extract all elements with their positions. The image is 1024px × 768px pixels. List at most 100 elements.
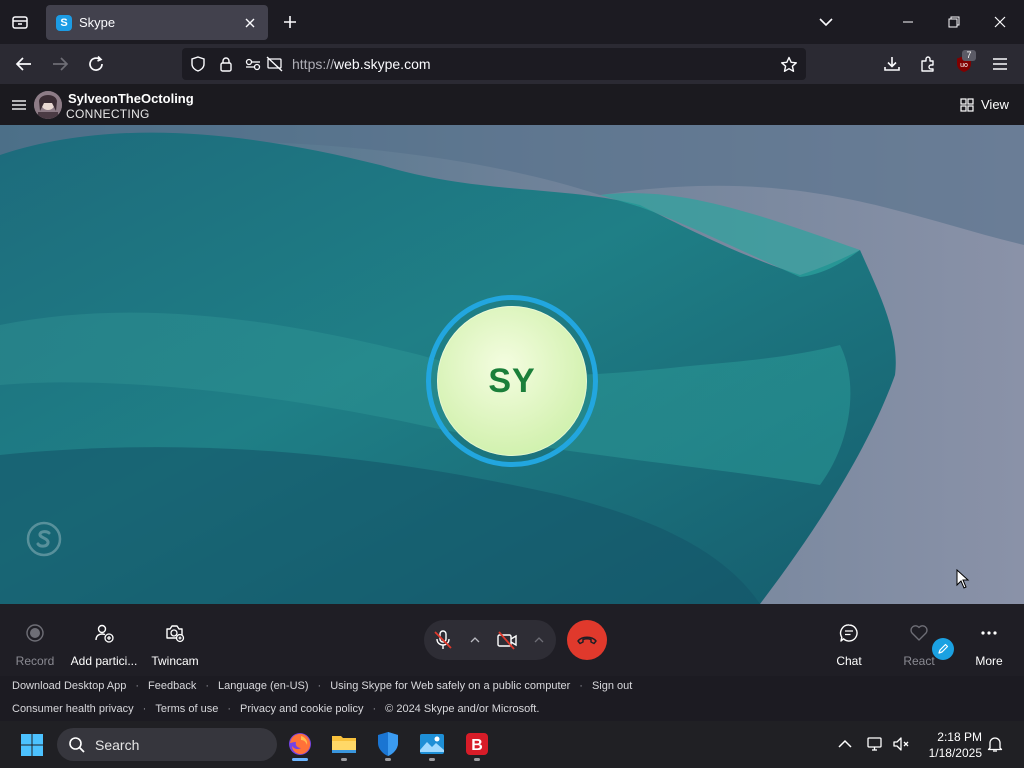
clock-date: 1/18/2025 — [928, 746, 982, 760]
camera-off-icon[interactable] — [496, 629, 518, 651]
window-minimize-icon[interactable] — [896, 10, 920, 34]
more-icon — [978, 622, 1000, 644]
shield-icon[interactable] — [190, 56, 206, 72]
extensions-icon[interactable] — [916, 52, 940, 76]
download-desktop-app-link[interactable]: Download Desktop App — [12, 680, 126, 692]
bookmark-star-icon[interactable] — [780, 56, 797, 72]
contact-avatar[interactable] — [34, 91, 62, 119]
language-link[interactable]: Language (en-US) — [218, 680, 309, 692]
footer-links-row-2: Consumer health privacy · Terms of use · P… — [12, 703, 540, 715]
new-tab-icon[interactable] — [278, 10, 302, 34]
back-icon[interactable] — [12, 52, 36, 76]
chevron-down-icon[interactable] — [814, 10, 838, 34]
url-protocol: https:// — [292, 56, 335, 72]
privacy-cookie-policy-link[interactable]: Privacy and cookie policy — [240, 703, 364, 715]
grid-view-icon — [960, 97, 974, 112]
navigation-toolbar: https://web.skype.com uo 7 — [0, 44, 1024, 84]
url-text[interactable]: https://web.skype.com — [292, 56, 431, 72]
react-button[interactable]: React — [902, 622, 936, 668]
view-label: View — [981, 97, 1009, 112]
media-controls-pill — [424, 620, 556, 660]
twincam-icon — [164, 622, 186, 644]
security-indicator — [385, 758, 391, 761]
participant-avatar-ring: SY — [426, 295, 598, 467]
app-menu-icon[interactable] — [988, 52, 1012, 76]
chat-label: Chat — [836, 654, 862, 668]
search-icon — [69, 736, 85, 753]
call-controls-bar: Record Add partici... Twincam Chat React… — [0, 604, 1024, 676]
menu-icon[interactable] — [10, 96, 28, 114]
record-icon — [24, 622, 46, 644]
end-call-button[interactable] — [567, 620, 607, 660]
record-label: Record — [15, 654, 55, 668]
chevron-up-icon[interactable] — [836, 735, 854, 753]
taskbar-search[interactable]: Search — [57, 728, 277, 761]
twincam-button[interactable]: Twincam — [150, 622, 200, 668]
react-label: React — [903, 654, 935, 668]
feedback-link[interactable]: Feedback — [148, 680, 196, 692]
window-restore-icon[interactable] — [942, 10, 966, 34]
reload-icon[interactable] — [84, 52, 108, 76]
participant-avatar: SY — [437, 306, 587, 456]
add-participant-button[interactable]: Add partici... — [70, 622, 138, 668]
svg-text:B: B — [471, 737, 483, 754]
microphone-muted-icon[interactable] — [432, 629, 454, 651]
search-label: Search — [95, 736, 140, 753]
windows-taskbar: Search B 2:18 PM 1/18/2025 — [0, 721, 1024, 768]
chat-button[interactable]: Chat — [834, 622, 864, 668]
terms-of-use-link[interactable]: Terms of use — [155, 703, 218, 715]
forward-icon[interactable] — [48, 52, 72, 76]
avatar-initials: SY — [488, 361, 536, 400]
more-label: More — [975, 654, 1003, 668]
windows-start-icon[interactable] — [20, 733, 44, 757]
more-button[interactable]: More — [974, 622, 1004, 668]
record-button[interactable]: Record — [14, 622, 56, 668]
downloads-icon[interactable] — [880, 52, 904, 76]
hang-up-icon — [577, 636, 597, 645]
page-footer: Download Desktop App · Feedback · Language… — [0, 676, 1024, 721]
volume-muted-icon[interactable] — [892, 735, 910, 753]
explorer-indicator — [341, 758, 347, 761]
public-computer-safety-link[interactable]: Using Skype for Web safely on a public c… — [330, 680, 570, 692]
view-button[interactable]: View — [960, 97, 1009, 112]
mouse-cursor-icon — [956, 569, 970, 589]
tab-list-icon[interactable] — [8, 10, 32, 34]
chat-icon — [838, 622, 860, 644]
url-host: web.skype.com — [334, 56, 431, 72]
firefox-icon[interactable] — [286, 730, 314, 758]
skype-favicon-icon: S — [56, 14, 72, 31]
close-tab-icon[interactable] — [242, 15, 258, 31]
copyright-text: © 2024 Skype and/or Microsoft. — [385, 703, 540, 715]
extension-badge-count: 7 — [962, 50, 976, 61]
skype-logo-icon — [24, 519, 64, 559]
screen-share-blocked-icon[interactable] — [266, 56, 283, 72]
network-icon[interactable] — [866, 735, 884, 753]
add-participant-icon — [93, 622, 115, 644]
file-explorer-icon[interactable] — [330, 730, 358, 758]
lock-icon[interactable] — [218, 56, 234, 72]
svg-text:uo: uo — [960, 62, 968, 69]
browser-tab-strip: S Skype — [0, 0, 1024, 44]
call-status: CONNECTING — [66, 107, 150, 121]
bitdefender-icon[interactable]: B — [463, 730, 491, 758]
firefox-active-indicator — [292, 758, 308, 761]
call-stage: SY — [0, 125, 1024, 604]
twincam-label: Twincam — [151, 654, 199, 668]
windows-security-icon[interactable] — [374, 730, 402, 758]
contact-name: SylveonTheOctoling — [68, 91, 194, 106]
photos-indicator — [429, 758, 435, 761]
chevron-up-icon[interactable] — [528, 629, 550, 651]
window-close-icon[interactable] — [988, 10, 1012, 34]
system-clock[interactable]: 2:18 PM 1/18/2025 — [918, 729, 982, 761]
notification-bell-icon[interactable] — [986, 735, 1004, 753]
browser-tab-skype[interactable]: S Skype — [46, 5, 268, 40]
photos-app-icon[interactable] — [418, 730, 446, 758]
sign-out-link[interactable]: Sign out — [592, 680, 632, 692]
address-bar[interactable]: https://web.skype.com — [182, 48, 806, 80]
bitdefender-indicator — [474, 758, 480, 761]
footer-links-row-1: Download Desktop App · Feedback · Language… — [12, 680, 633, 692]
consumer-health-privacy-link[interactable]: Consumer health privacy — [12, 703, 134, 715]
pen-icon[interactable] — [932, 638, 954, 660]
chevron-up-icon[interactable] — [464, 629, 486, 651]
permissions-icon[interactable] — [244, 56, 261, 72]
